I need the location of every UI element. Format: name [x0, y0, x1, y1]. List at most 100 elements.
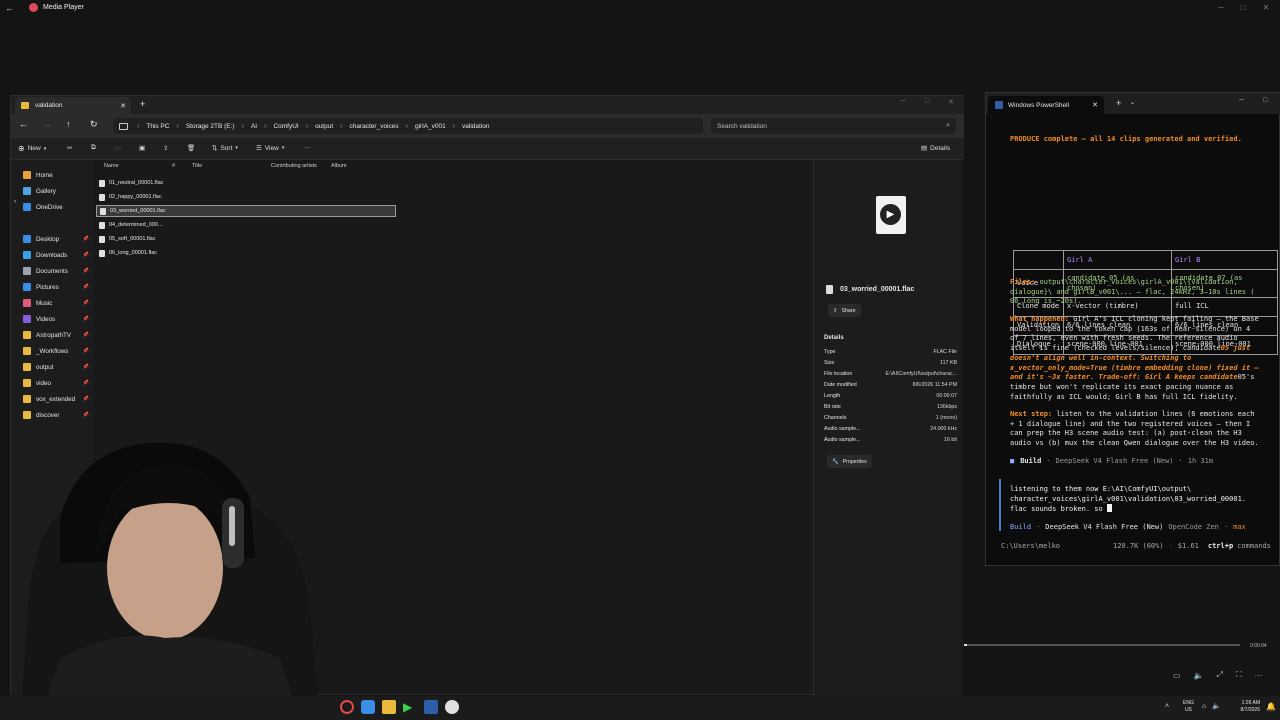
terminal-minimize-button[interactable]: ─ — [1239, 97, 1244, 104]
properties-button[interactable]: 🔧 Properties — [827, 455, 872, 468]
sidebar-item[interactable]: Downloads 📌 — [23, 248, 93, 262]
cast-icon[interactable]: ⤢ — [1217, 670, 1223, 680]
sidebar-item-label: Home — [36, 171, 53, 179]
app-icon[interactable] — [340, 700, 354, 714]
language-indicator[interactable]: ENG US — [1183, 700, 1194, 714]
sidebar-item[interactable]: AstropathTV 📌 — [23, 328, 93, 342]
back-arrow-icon[interactable]: ← — [5, 3, 14, 13]
minimize-button[interactable]: ─ — [1210, 2, 1232, 14]
column-number[interactable]: # — [172, 163, 175, 169]
prompt-input[interactable]: listening to them now E:\AI\ComfyUI\outp… — [1010, 485, 1246, 515]
file-row[interactable]: 06_long_00001.flac — [96, 247, 396, 259]
clock[interactable]: 1:26 AM 8/7/2026 — [1230, 700, 1260, 714]
explorer-tab[interactable]: validation ✕ — [15, 97, 131, 114]
copy-icon[interactable]: ⧉ — [91, 144, 96, 152]
more-options-icon[interactable]: ··· — [1255, 671, 1263, 680]
file-row[interactable]: 04_determined_000... — [96, 219, 396, 231]
details-pane-button[interactable]: ▤ Details — [921, 144, 950, 153]
new-tab-button[interactable]: + — [140, 99, 145, 109]
file-row[interactable]: 02_happy_00001.flac — [96, 191, 396, 203]
breadcrumb-item[interactable]: Storage 2TB (E:) — [186, 123, 235, 130]
explorer-minimize-button[interactable]: ─ — [901, 98, 906, 105]
maximize-button[interactable]: □ — [1232, 2, 1254, 14]
column-title[interactable]: Title — [192, 163, 202, 169]
file-explorer-icon[interactable] — [382, 700, 396, 714]
file-row[interactable]: 05_soft_00001.flac — [96, 233, 396, 245]
volume-icon[interactable]: 🔈 — [1212, 702, 1221, 710]
pin-icon: 📌 — [82, 364, 89, 370]
delete-icon[interactable]: 🗑 — [187, 144, 195, 152]
file-row[interactable]: 03_worried_00001.flac — [96, 205, 396, 217]
terminal-icon[interactable] — [424, 700, 438, 714]
cut-icon[interactable]: ✂ — [67, 144, 72, 152]
notifications-icon[interactable]: 🔔 — [1266, 702, 1276, 711]
rename-icon[interactable]: ▣ — [139, 144, 145, 152]
sidebar-item[interactable]: Pictures 📌 — [23, 280, 93, 294]
play-app-icon[interactable]: ▶ — [403, 700, 417, 714]
miniplayer-icon[interactable]: ▭ — [1173, 671, 1181, 680]
chevron-up-icon[interactable]: ˄ — [1165, 703, 1169, 710]
new-button[interactable]: ⊕ New ▾ — [18, 144, 46, 153]
close-button[interactable]: ✕ — [1255, 2, 1277, 14]
sidebar-item[interactable]: output 📌 — [23, 360, 93, 374]
sidebar-item[interactable]: Music 📌 — [23, 296, 93, 310]
fullscreen-icon[interactable]: ⛶ — [1236, 670, 1242, 680]
folder-icon — [23, 379, 31, 387]
search-input[interactable]: Search validation ⌕ — [711, 118, 956, 134]
file-row[interactable]: 01_neutral_00001.flac — [96, 177, 396, 189]
back-icon[interactable]: ← — [19, 119, 28, 129]
sidebar-item[interactable]: Videos 📌 — [23, 312, 93, 326]
taskbar-apps: ▶ — [340, 700, 459, 714]
audio-file-icon — [99, 221, 105, 229]
new-tab-button[interactable]: + — [1116, 98, 1121, 108]
sort-button[interactable]: ⇅ Sort ▾ — [212, 144, 238, 153]
breadcrumb-item[interactable]: This PC — [146, 123, 169, 130]
share-button[interactable]: ⇪ Share — [828, 304, 861, 317]
breadcrumb-item[interactable]: output — [315, 123, 333, 130]
detail-row: Date modified 8/6/2026 11:54 PM — [824, 382, 957, 388]
sidebar-item[interactable]: Gallery — [23, 184, 93, 198]
close-tab-icon[interactable]: ✕ — [1092, 101, 1098, 109]
folder-icon — [23, 315, 31, 323]
sidebar-item[interactable]: Documents 📌 — [23, 264, 93, 278]
build-status-line: ■ Build · DeepSeek V4 Flash Free (New) · 1h 3… — [1010, 457, 1214, 465]
detail-key: Channels — [824, 415, 847, 421]
close-tab-icon[interactable]: ✕ — [120, 102, 126, 110]
breadcrumb-item[interactable]: AI — [251, 123, 257, 130]
share-icon[interactable]: ⇪ — [163, 144, 168, 152]
input-accent-bar — [999, 479, 1001, 531]
steam-icon[interactable] — [361, 700, 375, 714]
seek-bar[interactable] — [964, 644, 1240, 646]
breadcrumb-item[interactable]: validation — [462, 123, 489, 130]
detail-row: Audio sample... 24.000 kHz — [824, 426, 957, 432]
view-button[interactable]: ☰ View ▾ — [256, 144, 284, 153]
explorer-close-button[interactable]: ✕ — [948, 98, 954, 106]
sidebar-item[interactable]: Home — [23, 168, 93, 182]
breadcrumb-item[interactable]: character_voices — [349, 123, 398, 130]
breadcrumb-item[interactable]: girlA_v001 — [415, 123, 446, 130]
column-contributing-artists[interactable]: Contributing artists — [271, 163, 317, 169]
sidebar-item[interactable]: _Workflows 📌 — [23, 344, 93, 358]
terminal-tab[interactable]: Windows PowerShell ✕ — [988, 96, 1104, 114]
file-icon — [826, 285, 833, 294]
breadcrumb[interactable]: › This PC › Storage 2TB (E:) › AI › ComfyUI… — [113, 118, 703, 134]
up-icon[interactable]: ↑ — [66, 119, 71, 129]
dropdown-icon[interactable]: ⌄ — [1130, 99, 1135, 106]
forward-icon[interactable]: → — [43, 119, 52, 129]
column-album[interactable]: Album — [331, 163, 347, 169]
column-name[interactable]: Name — [104, 163, 119, 169]
sidebar-item[interactable]: OneDrive — [23, 200, 93, 214]
expand-chevron-icon[interactable]: › — [14, 199, 16, 205]
network-icon[interactable]: ⌂ — [1202, 703, 1206, 710]
folder-icon — [23, 347, 31, 355]
more-options-icon[interactable]: ··· — [304, 144, 311, 151]
paste-icon[interactable]: ▭ — [115, 144, 121, 152]
media-player-icon[interactable] — [445, 700, 459, 714]
folder-icon — [23, 187, 31, 195]
refresh-icon[interactable]: ↻ — [90, 119, 98, 130]
volume-icon[interactable]: 🔈 — [1194, 671, 1204, 680]
sidebar-item[interactable]: Desktop 📌 — [23, 232, 93, 246]
breadcrumb-item[interactable]: ComfyUI — [273, 123, 298, 130]
terminal-maximize-button[interactable]: □ — [1263, 97, 1267, 104]
explorer-maximize-button[interactable]: □ — [925, 98, 929, 105]
